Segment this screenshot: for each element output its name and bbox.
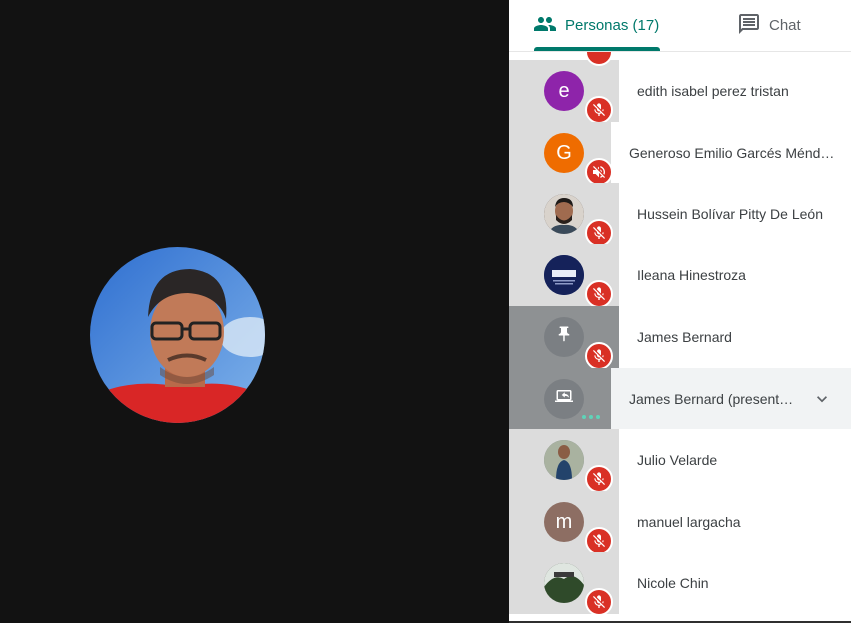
participant-row[interactable]: Ileana Hinestroza	[509, 244, 851, 308]
pin-icon	[555, 325, 573, 349]
avatar: e	[544, 71, 584, 111]
participant-name: Ileana Hinestroza	[619, 244, 851, 306]
avatar: m	[544, 502, 584, 542]
mic-off-icon	[585, 280, 613, 308]
participant-tile: G	[509, 122, 619, 186]
participant-name: Nicole Chin	[619, 552, 851, 614]
avatar	[544, 563, 584, 603]
tab-people-label: Personas (17)	[565, 17, 660, 34]
avatar	[544, 317, 584, 357]
chevron-down-icon[interactable]	[812, 389, 832, 414]
participant-row[interactable]: James Bernard	[509, 306, 851, 370]
participant-name: James Bernard	[619, 306, 851, 368]
participant-name: Julio Velarde	[619, 429, 851, 491]
participants-panel: Personas (17) Chat e edith isabel perez …	[509, 0, 851, 621]
present-screen-icon	[555, 387, 573, 411]
active-tab-indicator	[534, 47, 660, 51]
avatar-initial: m	[555, 510, 573, 533]
tab-chat-label: Chat	[769, 17, 801, 34]
avatar	[544, 379, 584, 419]
tab-people[interactable]: Personas (17)	[533, 0, 659, 51]
participant-tile	[509, 244, 619, 308]
participant-tile	[509, 183, 619, 247]
participant-tile	[509, 552, 619, 616]
chat-icon	[737, 12, 769, 40]
video-stage	[0, 0, 509, 623]
volume-off-icon	[585, 158, 613, 186]
participant-name: manuel largacha	[619, 491, 851, 553]
main-participant-avatar	[90, 247, 265, 423]
people-icon	[533, 12, 565, 40]
participant-list[interactable]: e edith isabel perez tristan G Generoso …	[509, 46, 851, 621]
mic-off-icon	[585, 342, 613, 370]
mic-off-icon	[585, 96, 613, 124]
avatar: G	[544, 133, 584, 173]
participant-tile	[509, 368, 619, 430]
avatar-initial: e	[558, 79, 570, 102]
mic-off-icon	[585, 219, 613, 247]
participant-row[interactable]: Julio Velarde	[509, 429, 851, 493]
avatar	[544, 194, 584, 234]
speaking-indicator	[582, 415, 600, 419]
avatar	[544, 255, 584, 295]
mic-off-icon	[585, 465, 613, 493]
panel-tabs: Personas (17) Chat	[509, 0, 851, 52]
participant-row[interactable]: e edith isabel perez tristan	[509, 46, 851, 124]
participant-tile	[509, 429, 619, 493]
participant-name: Generoso Emilio Garcés Ménd…	[611, 122, 851, 184]
mic-off-icon	[585, 588, 613, 616]
participant-name: edith isabel perez tristan	[619, 60, 851, 122]
participant-tile	[509, 306, 619, 370]
participant-tile: e	[509, 46, 619, 124]
tab-chat[interactable]: Chat	[737, 0, 801, 51]
participant-row[interactable]: G Generoso Emilio Garcés Ménd…	[509, 122, 851, 186]
participant-row[interactable]: Nicole Chin	[509, 552, 851, 616]
avatar	[544, 440, 584, 480]
participant-tile: m	[509, 491, 619, 555]
participant-row[interactable]: Hussein Bolívar Pitty De León	[509, 183, 851, 247]
participant-row-presenting[interactable]: James Bernard (present…	[509, 368, 851, 430]
meet-window: Personas (17) Chat e edith isabel perez …	[0, 0, 851, 623]
participant-name: Hussein Bolívar Pitty De León	[619, 183, 851, 245]
mic-off-icon	[585, 527, 613, 555]
participant-row[interactable]: m manuel largacha	[509, 491, 851, 555]
avatar-initial: G	[556, 141, 572, 164]
